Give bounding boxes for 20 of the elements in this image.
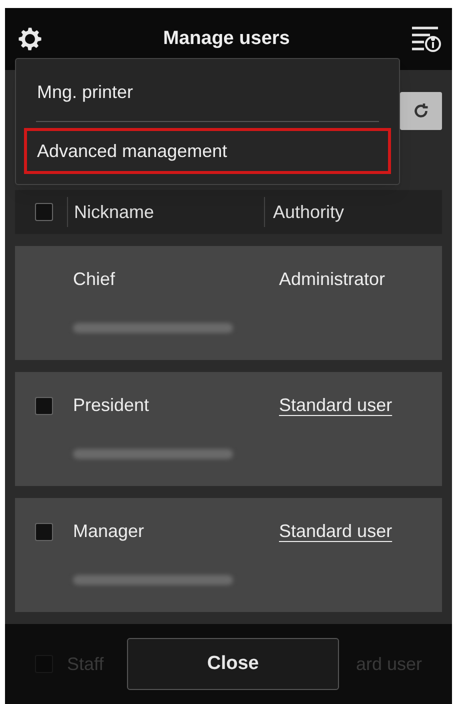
window-title: Manage users: [163, 26, 290, 51]
checkbox[interactable]: [35, 396, 53, 414]
user-authority: Administrator: [279, 268, 386, 291]
checkbox[interactable]: [35, 522, 53, 540]
menu-item[interactable]: Advanced management: [24, 128, 391, 174]
refresh-icon: [412, 102, 430, 120]
user-authority[interactable]: Standard user: [279, 518, 392, 545]
checkbox[interactable]: [35, 203, 53, 221]
refresh-button[interactable]: [400, 92, 442, 130]
user-nickname: President: [73, 394, 150, 417]
close-button[interactable]: Close: [127, 638, 339, 690]
column-header: Authority: [273, 200, 344, 224]
column-header: Nickname: [74, 200, 156, 224]
menu-item[interactable]: Mng. printer: [24, 69, 391, 115]
user-authority[interactable]: Standard user: [279, 392, 392, 419]
user-row[interactable]: Manager Standard user: [15, 498, 442, 612]
user-row[interactable]: Chief Administrator: [15, 246, 442, 360]
user-nickname: Manager: [73, 520, 146, 543]
user-row[interactable]: President Standard user: [15, 372, 442, 486]
user-nickname: Chief: [73, 268, 116, 291]
